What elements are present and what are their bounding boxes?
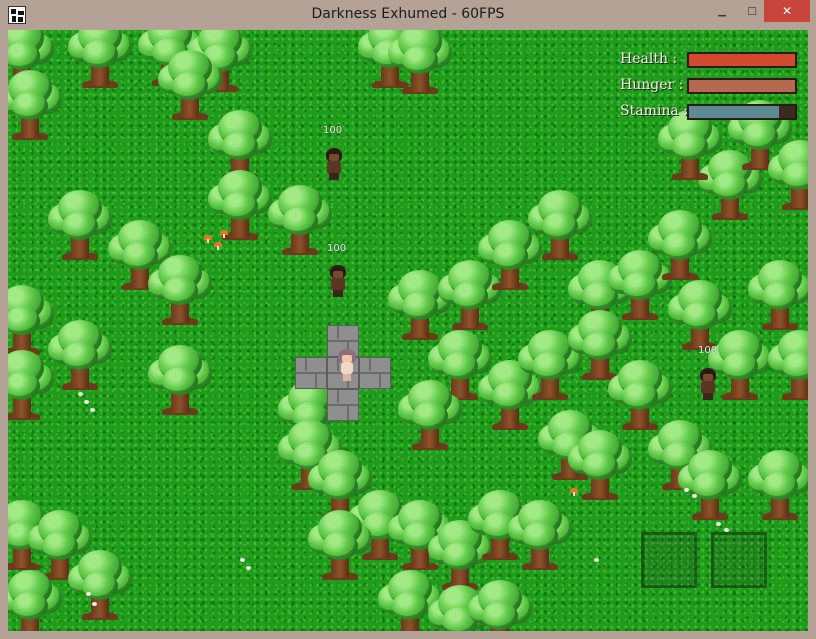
maximize-button[interactable]: ☐ xyxy=(737,0,767,22)
stone-tile xyxy=(359,357,391,389)
close-button[interactable]: ✕ xyxy=(764,0,810,22)
health-bar xyxy=(687,52,797,68)
window-title: Darkness Exhumed - 60FPS xyxy=(311,6,505,22)
hunger-bar xyxy=(687,78,797,94)
flower xyxy=(90,408,95,412)
stone-tile xyxy=(295,357,327,389)
tree xyxy=(8,570,62,631)
npc-villager[interactable] xyxy=(324,148,344,180)
flower xyxy=(246,566,251,570)
tree xyxy=(158,50,222,124)
tree xyxy=(308,510,372,584)
stamina-bar-fill xyxy=(689,106,780,118)
tree xyxy=(468,580,532,631)
hunger-label: Hunger : xyxy=(620,77,684,93)
flower xyxy=(78,392,83,396)
tree xyxy=(678,450,742,524)
npc-health-label: 100 xyxy=(698,345,718,356)
flower xyxy=(92,602,97,606)
stamina-bar xyxy=(687,104,797,120)
tree xyxy=(508,500,572,574)
npc-health-label: 100 xyxy=(327,243,347,254)
tree xyxy=(768,140,808,214)
tree xyxy=(8,70,62,144)
tree xyxy=(268,185,332,259)
flower xyxy=(692,494,697,498)
tree xyxy=(48,320,112,394)
tree xyxy=(398,380,462,454)
flower xyxy=(594,558,599,562)
mushroom[interactable] xyxy=(214,242,222,250)
close-icon: ✕ xyxy=(781,4,793,18)
mushroom[interactable] xyxy=(204,235,212,243)
tree xyxy=(68,30,132,92)
flower xyxy=(240,558,245,562)
flower xyxy=(86,592,91,596)
tree xyxy=(68,550,132,624)
tree xyxy=(148,255,212,329)
inventory-slot-2[interactable] xyxy=(711,532,767,588)
game-viewport[interactable]: 100 100 100 Health : Hunger : Stamina : xyxy=(8,30,808,631)
minimize-icon: ▁ xyxy=(718,5,726,17)
tree xyxy=(8,350,54,424)
mushroom[interactable] xyxy=(220,230,228,238)
window-border-right xyxy=(808,30,816,639)
tree xyxy=(768,330,808,404)
flower xyxy=(84,400,89,404)
minimize-button[interactable]: ▁ xyxy=(707,0,737,22)
tree xyxy=(658,110,722,184)
window-border-left xyxy=(0,30,8,639)
tree xyxy=(528,190,592,264)
npc-villager[interactable] xyxy=(328,265,348,297)
tree xyxy=(208,170,272,244)
stamina-label: Stamina : xyxy=(620,103,688,119)
tree xyxy=(748,450,808,524)
mushroom[interactable] xyxy=(570,488,578,496)
tree xyxy=(388,30,452,98)
title-bar[interactable]: Darkness Exhumed - 60FPS ▁ ☐ ✕ xyxy=(0,0,816,30)
inventory-slot-1[interactable] xyxy=(641,532,697,588)
player-character[interactable] xyxy=(337,349,357,381)
health-label: Health : xyxy=(620,51,678,67)
npc-health-label: 100 xyxy=(323,125,343,136)
npc-villager[interactable] xyxy=(698,368,718,400)
hunger-bar-fill xyxy=(689,80,795,92)
stone-tile xyxy=(327,389,359,421)
flower xyxy=(684,488,689,492)
maximize-icon: ☐ xyxy=(747,4,757,18)
tree xyxy=(748,260,808,334)
flower xyxy=(716,522,721,526)
window-border-bottom xyxy=(0,631,816,639)
tree xyxy=(148,345,212,419)
health-bar-fill xyxy=(689,54,795,66)
tree xyxy=(48,190,112,264)
